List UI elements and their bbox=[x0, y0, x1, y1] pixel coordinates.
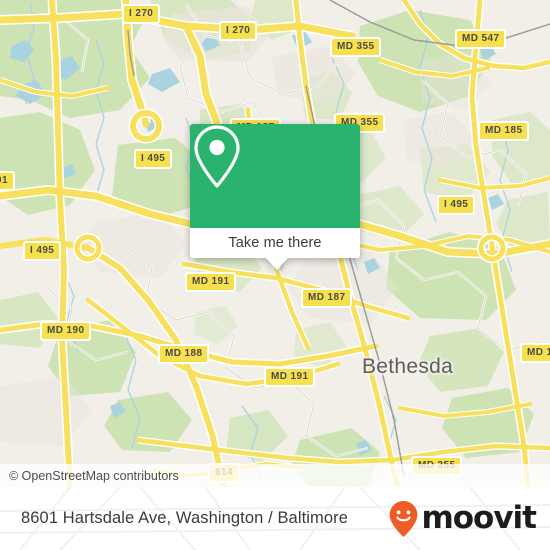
popup-header bbox=[190, 124, 360, 228]
map-popup-callout[interactable]: Take me there bbox=[190, 124, 360, 270]
map-attribution-bar: © OpenStreetMap contributors bbox=[0, 464, 550, 487]
popup-card: Take me there bbox=[190, 124, 360, 258]
map-canvas[interactable]: .green { fill:#cde3b4; } .green2 { fill:… bbox=[0, 0, 550, 487]
popup-tail bbox=[265, 257, 289, 270]
road-shield: MD 190 bbox=[40, 321, 92, 341]
popup-action-bar[interactable]: Take me there bbox=[190, 228, 360, 258]
address-label: 8601 Hartsdale Ave, Washington / Baltimo… bbox=[21, 509, 349, 527]
road-shield: MD 187 bbox=[301, 288, 353, 308]
moovit-map-screenshot: .green { fill:#cde3b4; } .green2 { fill:… bbox=[0, 0, 550, 550]
road-shield: 01 bbox=[0, 171, 15, 191]
osm-attribution-text: © OpenStreetMap contributors bbox=[9, 468, 179, 483]
road-shield: MD 1 bbox=[520, 343, 550, 363]
road-shield: I 495 bbox=[437, 195, 476, 215]
location-pin-icon bbox=[194, 125, 240, 188]
road-shield: I 495 bbox=[23, 241, 62, 261]
moovit-smiley-pin-icon bbox=[390, 500, 418, 537]
road-shield: MD 185 bbox=[478, 121, 530, 141]
road-shield: I 495 bbox=[134, 149, 173, 169]
road-shield: MD 188 bbox=[158, 344, 210, 364]
road-shield: I 270 bbox=[219, 21, 258, 41]
footer-bar: 8601 Hartsdale Ave, Washington / Baltimo… bbox=[0, 487, 550, 550]
road-shield: MD 191 bbox=[264, 367, 316, 387]
road-shield: I 270 bbox=[122, 4, 161, 24]
moovit-wordmark: moovit bbox=[421, 500, 537, 536]
road-shield: MD 547 bbox=[455, 29, 507, 49]
road-shield: MD 355 bbox=[330, 37, 382, 57]
place-label-bethesda: Bethesda bbox=[362, 355, 454, 378]
take-me-there-label: Take me there bbox=[228, 235, 322, 251]
moovit-logo[interactable]: moovit bbox=[388, 487, 537, 550]
road-shield: MD 191 bbox=[185, 272, 237, 292]
